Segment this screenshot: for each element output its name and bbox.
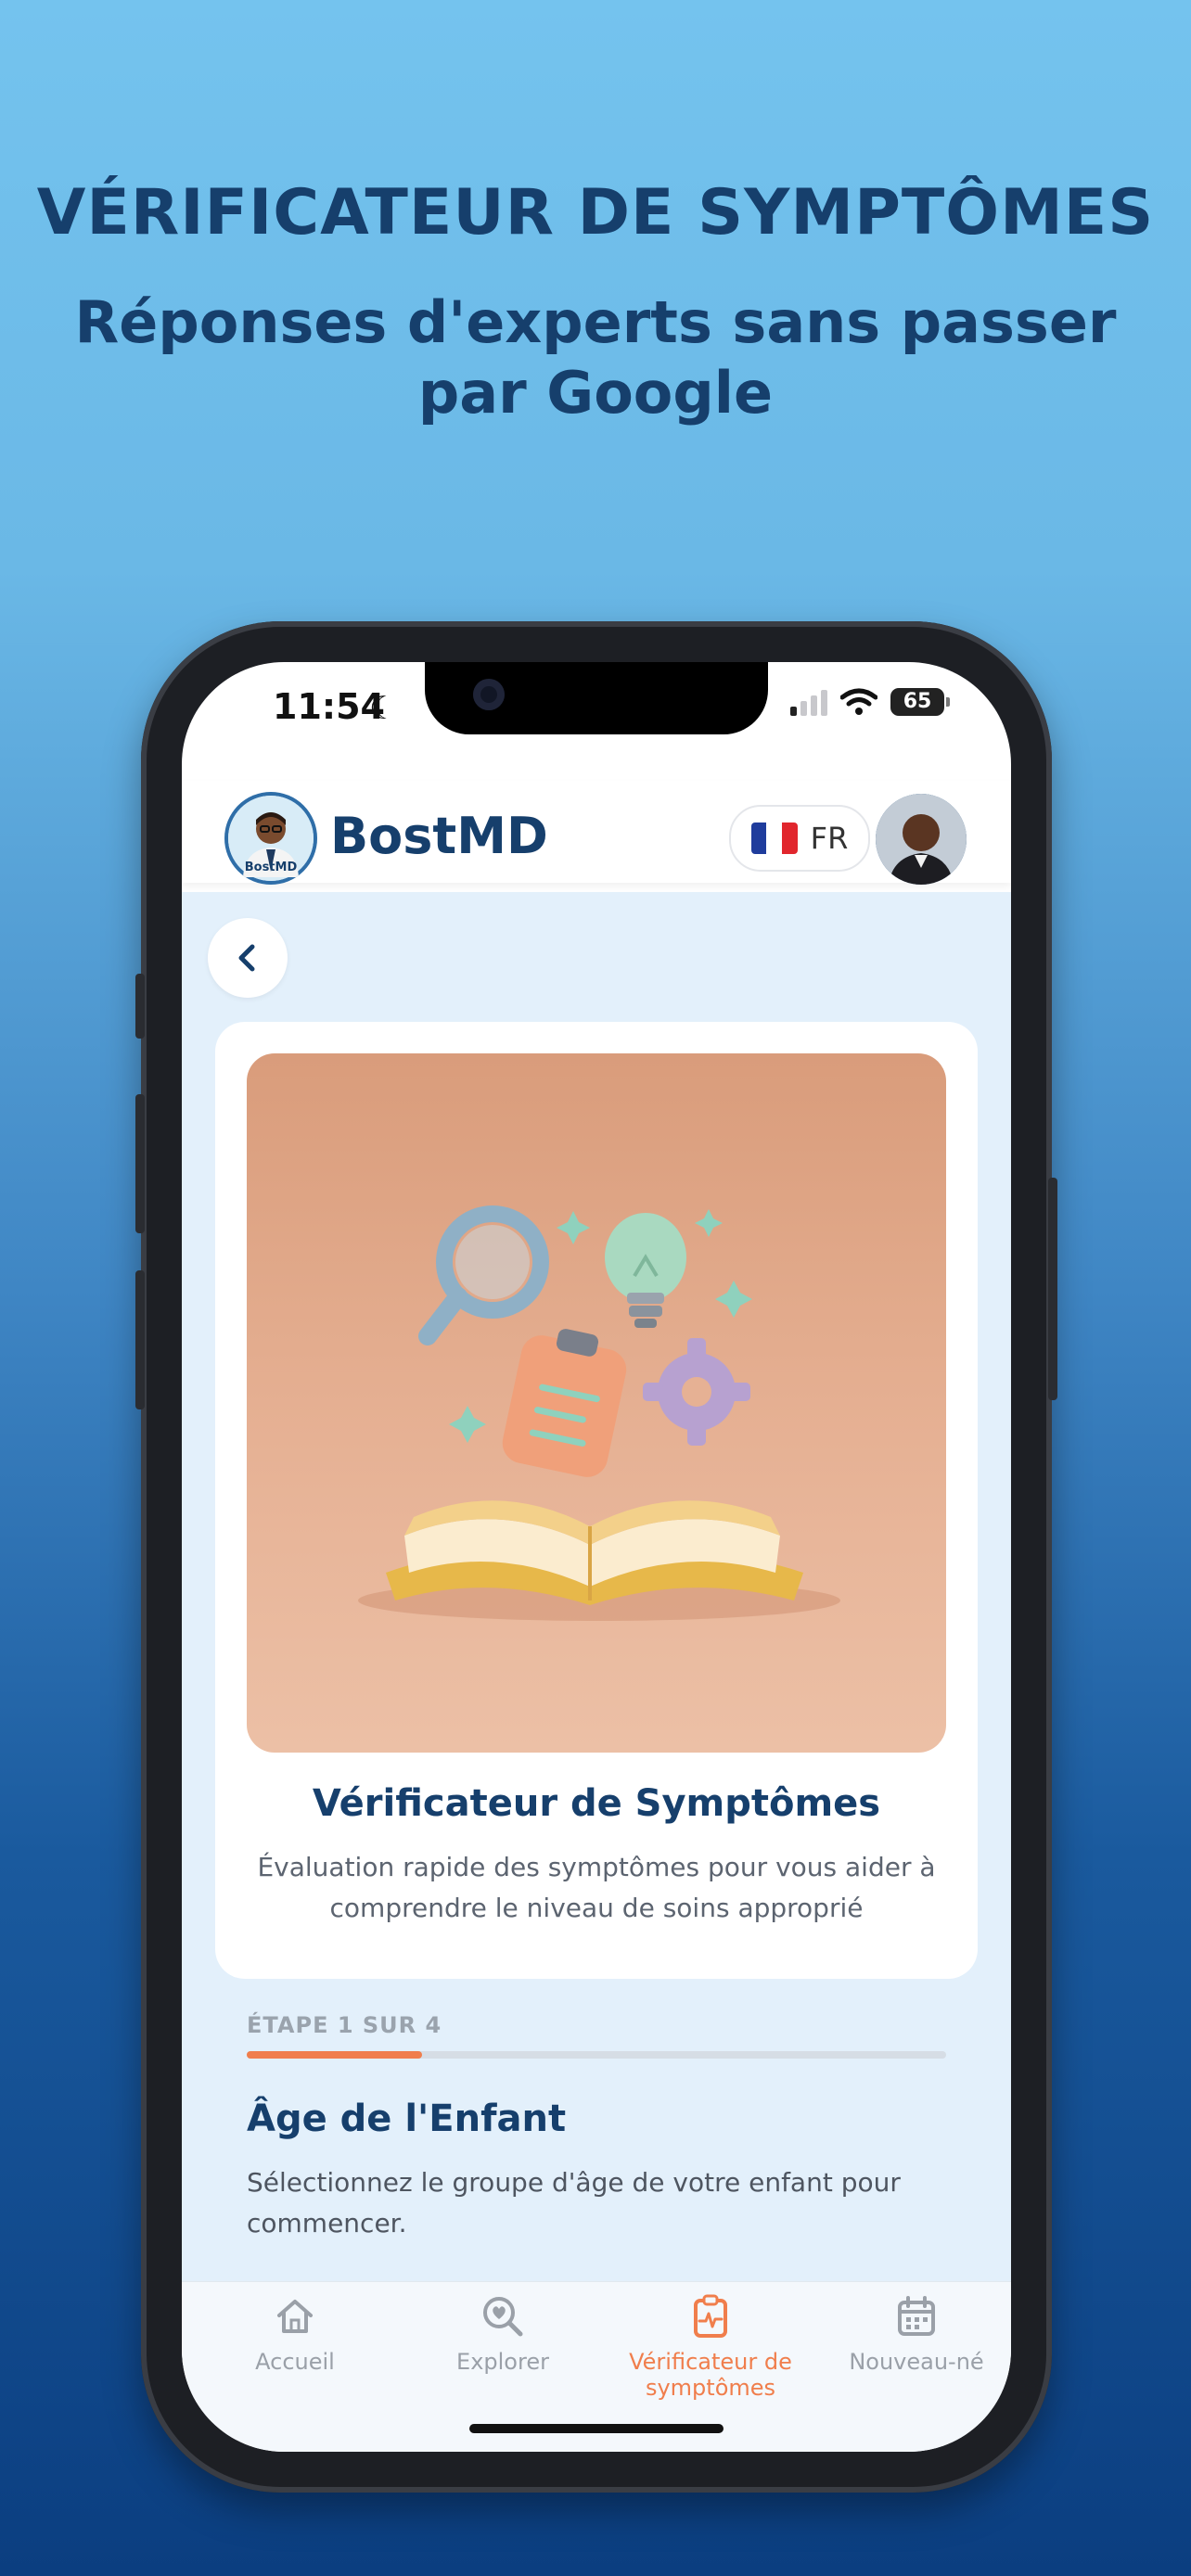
user-avatar[interactable]: [876, 794, 967, 885]
user-photo-icon: [876, 794, 967, 885]
calendar-icon: [898, 2296, 935, 2336]
status-indicators: 65: [790, 688, 950, 716]
nav-label-accueil: Accueil: [255, 2349, 335, 2375]
symptom-checker-illustration: [247, 1053, 946, 1753]
moon-icon: ☾: [369, 690, 398, 727]
home-indicator[interactable]: [469, 2424, 724, 2433]
brand-logo-avatar: BostMD: [224, 792, 317, 885]
logo-caption: BostMD: [244, 861, 298, 874]
nav-item-symptom-checker[interactable]: Vérificateur de symptômes: [618, 2293, 803, 2401]
explore-heart-search-icon: [483, 2297, 523, 2337]
book-ideas-illustration: [358, 1205, 840, 1621]
brand-name: BostMD: [330, 807, 548, 865]
promo-headline: VÉRIFICATEUR DE SYMPTÔMES: [36, 176, 1155, 249]
card-description: Évaluation rapide des symptômes pour vou…: [257, 1852, 936, 1923]
phone-frame: 11:54 ☾ 65 BostMD BostMD FR Vérificateur…: [135, 621, 1057, 2493]
step-progress-fill: [247, 2051, 422, 2059]
cellular-signal-icon: [790, 688, 827, 716]
volume-down-button: [135, 1270, 145, 1409]
language-selector[interactable]: FR: [729, 805, 870, 872]
silent-switch: [135, 974, 145, 1039]
section-title: Âge de l'Enfant: [247, 2098, 567, 2140]
app-header: BostMD BostMD FR: [182, 781, 1011, 885]
nav-label-nouveau-ne: Nouveau-né: [849, 2349, 984, 2375]
status-time: 11:54: [273, 686, 385, 727]
home-icon: [277, 2300, 313, 2333]
power-button: [1048, 1178, 1057, 1400]
card-title: Vérificateur de Symptômes: [312, 1782, 881, 1825]
back-button[interactable]: [208, 918, 288, 998]
nav-item-nouveau-ne[interactable]: Nouveau-né: [824, 2293, 1009, 2375]
front-camera: [473, 679, 505, 710]
step-label: ÉTAPE 1 SUR 4: [247, 2012, 442, 2038]
notch: [425, 662, 768, 734]
wifi-icon: [840, 688, 877, 715]
phone-screen: 11:54 ☾ 65 BostMD BostMD FR Vérificateur…: [182, 662, 1011, 2452]
france-flag-icon: [750, 823, 798, 854]
step-progress-track: [247, 2051, 946, 2059]
promo-subheadline: Réponses d'experts sans passer par Googl…: [74, 288, 1117, 427]
volume-up-button: [135, 1094, 145, 1233]
symptom-checker-card: Vérificateur de Symptômes Évaluation rap…: [215, 1022, 978, 1979]
battery-icon: 65: [890, 688, 950, 716]
clipboard-pulse-icon: [694, 2294, 727, 2338]
nav-label-symptom-checker: Vérificateur de symptômes: [629, 2349, 792, 2401]
nav-item-accueil[interactable]: Accueil: [202, 2293, 388, 2375]
language-code: FR: [810, 821, 849, 856]
nav-item-explorer[interactable]: Explorer: [410, 2293, 596, 2375]
chevron-left-icon: [238, 944, 255, 972]
section-description: Sélectionnez le groupe d'âge de votre en…: [247, 2167, 901, 2238]
nav-label-explorer: Explorer: [456, 2349, 549, 2375]
main-content: Vérificateur de Symptômes Évaluation rap…: [182, 892, 1011, 2283]
